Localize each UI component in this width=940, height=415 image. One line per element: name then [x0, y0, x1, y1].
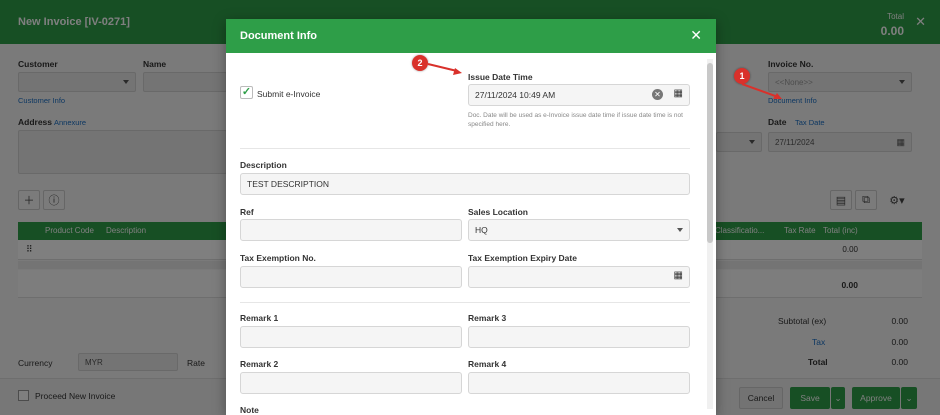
submit-einvoice-label: Submit e-Invoice — [257, 89, 321, 99]
calendar-icon[interactable]: ▦ — [674, 270, 683, 281]
chevron-down-icon — [677, 228, 683, 232]
dialog-scrollbar[interactable] — [707, 59, 713, 409]
remark-4-input[interactable] — [468, 372, 690, 394]
calendar-icon[interactable]: ▦ — [674, 88, 683, 99]
scrollbar-thumb[interactable] — [707, 63, 713, 243]
sales-location-select[interactable]: HQ — [468, 219, 690, 241]
document-info-dialog: Document Info ✕ ✓ Submit e-Invoice Issue… — [226, 19, 716, 415]
issue-date-help: Doc. Date will be used as e-Invoice issu… — [468, 112, 683, 128]
annotation-arrow-2 — [427, 63, 462, 75]
clear-icon[interactable]: ✕ — [652, 89, 663, 100]
divider — [240, 148, 690, 149]
remark-2-input[interactable] — [240, 372, 462, 394]
annotation-arrow-1 — [741, 83, 782, 99]
remark-4-label: Remark 4 — [468, 359, 507, 369]
sales-location-label: Sales Location — [468, 207, 528, 217]
dialog-title: Document Info — [240, 30, 317, 42]
sales-location-value: HQ — [475, 225, 488, 235]
description-input[interactable]: TEST DESCRIPTION — [240, 173, 690, 195]
tax-exemption-expiry-input[interactable]: ▦ — [468, 266, 690, 288]
note-label: Note — [240, 405, 259, 415]
ref-input[interactable] — [240, 219, 462, 241]
description-value: TEST DESCRIPTION — [247, 179, 330, 189]
divider — [240, 302, 690, 303]
remark-3-label: Remark 3 — [468, 313, 507, 323]
description-label: Description — [240, 160, 287, 170]
tax-exemption-expiry-label: Tax Exemption Expiry Date — [468, 253, 577, 263]
issue-date-value: 27/11/2024 10:49 AM — [475, 90, 556, 100]
close-icon[interactable]: ✕ — [690, 27, 702, 44]
issue-date-label: Issue Date Time — [468, 72, 533, 82]
submit-einvoice-checkbox[interactable]: ✓ — [240, 86, 253, 99]
remark-3-input[interactable] — [468, 326, 690, 348]
remark-1-input[interactable] — [240, 326, 462, 348]
remark-2-label: Remark 2 — [240, 359, 279, 369]
tax-exemption-no-label: Tax Exemption No. — [240, 253, 316, 263]
remark-1-label: Remark 1 — [240, 313, 279, 323]
dialog-header: Document Info ✕ — [226, 19, 716, 53]
ref-label: Ref — [240, 207, 254, 217]
tax-exemption-no-input[interactable] — [240, 266, 462, 288]
issue-date-input[interactable]: 27/11/2024 10:49 AM ✕ ▦ — [468, 84, 690, 106]
